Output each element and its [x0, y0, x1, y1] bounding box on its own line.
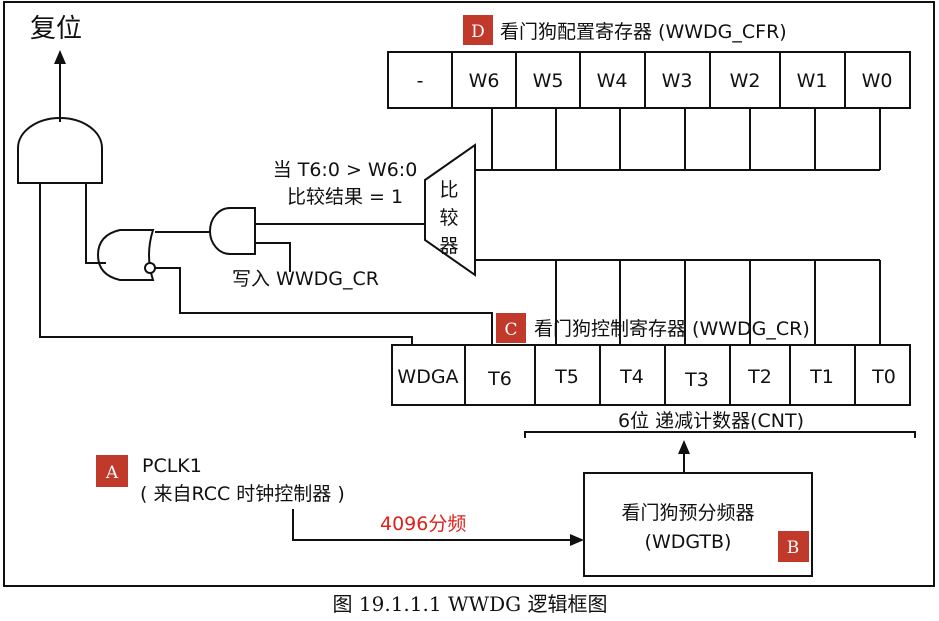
cr-register: WDGA T6 T5 T4 T3 T2 T1 T0 [391, 344, 911, 406]
cfr-cell: W1 [797, 70, 828, 92]
cfr-cell: W6 [469, 70, 500, 92]
tag-a-letter: A [105, 463, 119, 483]
comparator-char-3: 器 [439, 235, 458, 257]
tag-d-letter: D [471, 22, 485, 42]
prescaler-box [583, 472, 813, 577]
cfr-register: - W6 W5 W4 W3 W2 W1 W0 [387, 51, 911, 109]
tag-b-letter: B [787, 538, 800, 558]
cfr-cell: W5 [533, 70, 564, 92]
cr-cell: T2 [747, 366, 772, 388]
freq-label: 4096分频 [380, 513, 466, 535]
reset-label: 复位 [30, 14, 82, 44]
cfr-cell: - [417, 70, 424, 92]
compare-and-gate [209, 207, 256, 255]
cfr-cell: W0 [862, 70, 893, 92]
cr-cell: T1 [809, 366, 834, 388]
or-gate [96, 229, 155, 281]
or-output-wire [85, 183, 106, 264]
cr-cell: WDGA [397, 366, 458, 388]
cr-title: 看门狗控制寄存器 (WWDG_CR) [534, 318, 810, 340]
figure-caption: 图 19.1.1.1 WWDG 逻辑框图 [333, 592, 608, 616]
counter-bracket [524, 431, 916, 438]
pclk-line-2: ( 来自RCC 时钟控制器 ) [140, 483, 345, 505]
counter-label: 6位 递减计数器(CNT) [618, 410, 804, 432]
cr-cell: T4 [619, 366, 644, 388]
reset-and-gate [17, 117, 103, 184]
tag-c-letter: C [504, 320, 517, 340]
or-gate-inverter [144, 262, 156, 274]
cr-cell: T5 [554, 366, 579, 388]
comparator-char-1: 比 [439, 179, 458, 201]
condition-line-2: 比较结果 = 1 [287, 186, 403, 208]
prescaler-line-2: (WDGTB) [645, 531, 732, 553]
comparator-char-2: 较 [439, 207, 458, 229]
cr-cell: T6 [487, 368, 512, 390]
pclk-line-1: PCLK1 [142, 455, 202, 477]
wwdg-diagram: 复位 比 较 器 当 T6:0 > W6:0 比较结果 = 1 写入 WWDG_… [3, 1, 935, 616]
cr-cell: T3 [684, 369, 709, 391]
write-cr-label: 写入 WWDG_CR [232, 268, 379, 290]
prescaler-line-1: 看门狗预分频器 [621, 502, 754, 524]
cfr-title: 看门狗配置寄存器 (WWDG_CFR) [500, 21, 787, 43]
cfr-cell: W4 [597, 70, 628, 92]
cfr-cell: W2 [730, 70, 761, 92]
cr-cell: T0 [871, 366, 896, 388]
cfr-bus-taps [491, 108, 881, 170]
cfr-cell: W3 [662, 70, 693, 92]
condition-line-1: 当 T6:0 > W6:0 [273, 159, 418, 181]
